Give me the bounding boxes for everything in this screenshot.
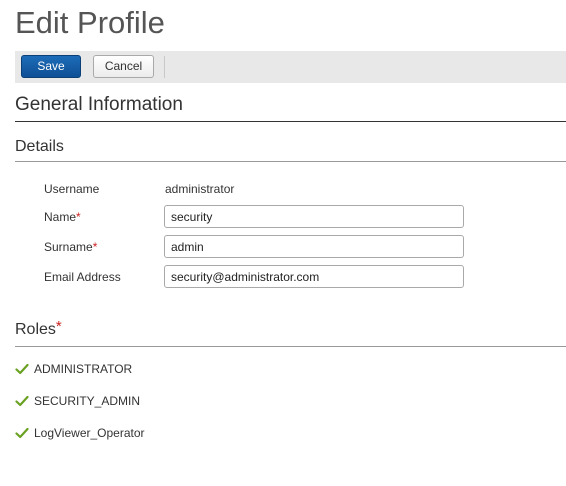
email-label: Email Address [44,270,121,284]
name-required-marker: * [76,210,81,224]
role-item: ADMINISTRATOR [15,361,132,377]
details-heading: Details [15,138,64,155]
surname-label: Surname* [44,240,97,254]
general-information-divider [15,121,566,122]
roles-heading: Roles* [15,318,62,339]
name-label: Name* [44,210,81,224]
save-button[interactable]: Save [21,55,81,78]
toolbar: Save Cancel [15,51,566,83]
email-field[interactable] [164,265,464,288]
details-divider [15,161,566,162]
role-item: SECURITY_ADMIN [15,393,140,409]
surname-label-text: Surname [44,240,93,254]
surname-required-marker: * [92,240,98,254]
role-label: SECURITY_ADMIN [34,394,141,408]
toolbar-divider [164,56,165,78]
username-value: administrator [165,182,235,196]
username-label: Username [44,182,100,196]
cancel-button[interactable]: Cancel [93,55,154,78]
check-icon [15,427,29,439]
check-icon [15,395,29,407]
roles-heading-text: Roles [15,321,56,338]
role-item: LogViewer_Operator [15,425,145,441]
check-icon [15,363,29,375]
role-label: LogViewer_Operator [34,426,145,440]
name-label-text: Name [44,210,77,224]
surname-field[interactable] [164,235,464,258]
name-field[interactable] [164,205,464,228]
roles-required-marker: * [55,318,62,335]
page-title: Edit Profile [15,5,165,40]
general-information-heading: General Information [15,94,183,115]
roles-divider [15,346,566,347]
role-label: ADMINISTRATOR [34,362,133,376]
